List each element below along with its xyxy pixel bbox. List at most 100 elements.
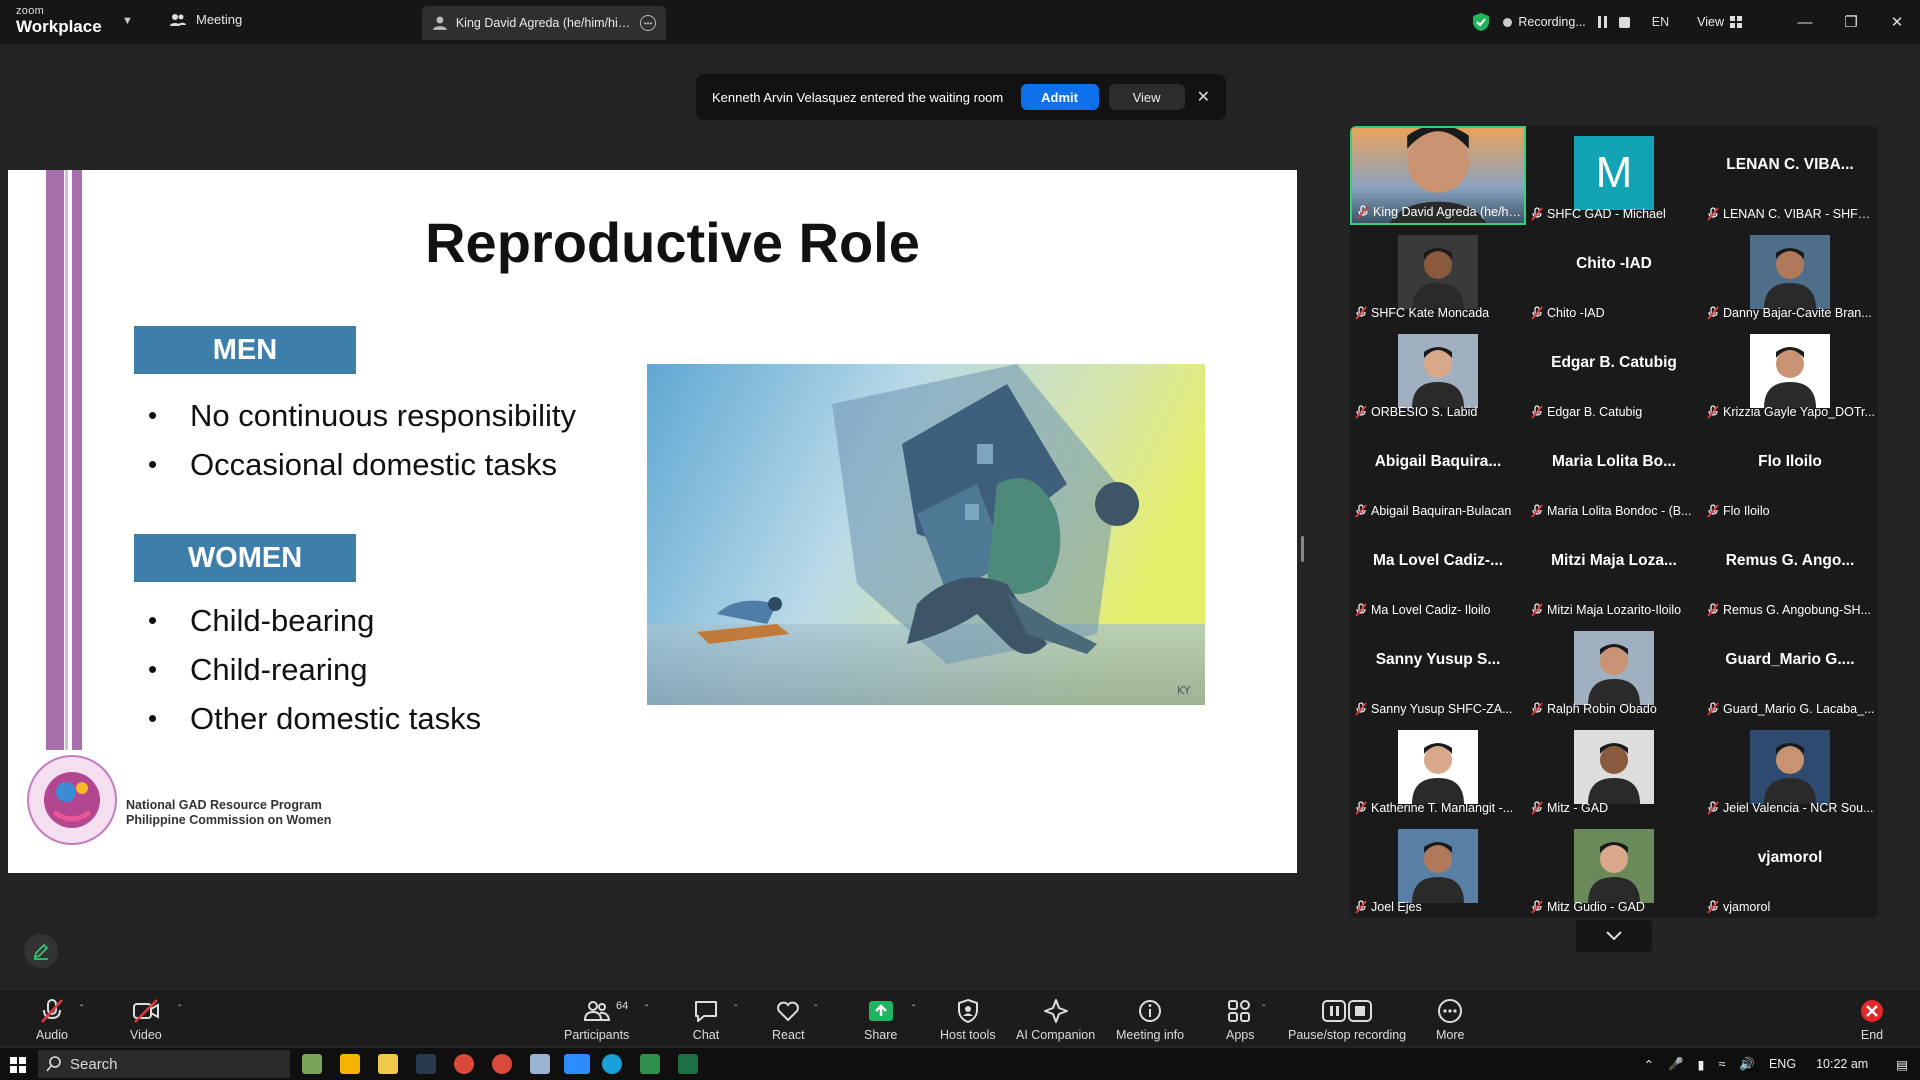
share-button[interactable]: Share (864, 998, 897, 1042)
participant-tile[interactable]: Katherine T. Manlangit -... (1350, 720, 1526, 819)
chat-button[interactable]: Chat (692, 998, 720, 1042)
participant-tile[interactable]: Krizzia Gayle Yapo_DOTr... (1702, 324, 1878, 423)
participant-tile[interactable]: SHFC Kate Moncada (1350, 225, 1526, 324)
participant-tile[interactable]: King David Agreda (he/him... (1350, 126, 1526, 225)
participant-tile[interactable]: Jeiel Valencia - NCR Sou... (1702, 720, 1878, 819)
chrome-icon[interactable] (454, 1054, 474, 1074)
edge-icon[interactable] (602, 1054, 622, 1074)
participants-button[interactable]: Participants 64 (564, 998, 629, 1042)
tab-meeting[interactable]: Meeting (170, 12, 242, 27)
ai-companion-button[interactable]: AI Companion (1016, 998, 1095, 1042)
participant-tile[interactable]: Joel Ejes (1350, 819, 1526, 918)
gallery-next-page-button[interactable] (1576, 920, 1652, 952)
minimize-icon[interactable]: — (1782, 14, 1828, 31)
participant-video (1750, 334, 1830, 408)
participant-tile[interactable]: LENAN C. VIBA... LENAN C. VIBAR - SHFC ..… (1702, 126, 1878, 225)
view-waiting-room-button[interactable]: View (1108, 84, 1185, 110)
participant-tile[interactable]: Sanny Yusup S... Sanny Yusup SHFC-ZA... (1350, 621, 1526, 720)
more-options-icon[interactable]: ••• (640, 15, 656, 31)
microphone-muted-icon (1707, 602, 1719, 617)
language-indicator[interactable]: ENG (1769, 1057, 1796, 1071)
volume-icon[interactable]: 🔊 (1739, 1057, 1755, 1072)
wifi-icon[interactable]: ≈ (1719, 1057, 1726, 1071)
meeting-info-button[interactable]: Meeting info (1116, 998, 1184, 1042)
participant-tile[interactable]: vjamorol vjamorol (1702, 819, 1878, 918)
host-tools-button[interactable]: Host tools (940, 998, 996, 1042)
pause-stop-label: Pause/stop recording (1288, 1028, 1407, 1042)
participant-tile[interactable]: Maria Lolita Bo... Maria Lolita Bondoc - … (1526, 423, 1702, 522)
panel-resize-handle[interactable] (1301, 536, 1304, 562)
participant-tile[interactable]: Chito -IAD Chito -IAD (1526, 225, 1702, 324)
meeting-info-label: Meeting info (1116, 1028, 1185, 1042)
annotate-pencil-button[interactable] (24, 934, 58, 968)
participant-name-label: Guard_Mario G. Lacaba_... (1706, 700, 1876, 717)
participants-label: Participants (564, 1028, 630, 1042)
slide-illustration: KY (647, 364, 1205, 705)
video-button[interactable]: Video (130, 998, 162, 1042)
participant-name: Danny Bajar-Cavite Bran... (1723, 305, 1872, 320)
participant-tile[interactable]: Flo Iloilo Flo Iloilo (1702, 423, 1878, 522)
grid-view-icon[interactable] (1730, 16, 1742, 28)
participant-tile[interactable]: Danny Bajar-Cavite Bran... (1702, 225, 1878, 324)
participant-name-label: Chito -IAD (1530, 304, 1700, 321)
end-meeting-button[interactable]: End (1858, 998, 1886, 1042)
participant-video (1398, 235, 1478, 309)
app-icon[interactable] (640, 1054, 660, 1074)
notifications-icon[interactable]: ▤ (1896, 1057, 1908, 1072)
participant-tile[interactable]: Mitz Gudio - GAD (1526, 819, 1702, 918)
participant-name-label: King David Agreda (he/him... (1356, 203, 1522, 220)
windows-start-icon[interactable] (10, 1057, 26, 1073)
title-bar: zoom Workplace ▼ Meeting King David Agre… (0, 0, 1920, 44)
organization-name: National GAD Resource Program Philippine… (126, 798, 331, 828)
close-icon[interactable]: ✕ (1874, 13, 1920, 31)
participant-tile[interactable]: Abigail Baquira... Abigail Baquiran-Bulac… (1350, 423, 1526, 522)
search-placeholder: Search (70, 1055, 118, 1073)
participant-tile[interactable]: Guard_Mario G.... Guard_Mario G. Lacaba_.… (1702, 621, 1878, 720)
clock[interactable]: 10:22 am (1816, 1057, 1868, 1071)
chevron-down-icon[interactable]: ▼ (122, 15, 133, 27)
chrome-icon[interactable] (492, 1054, 512, 1074)
participant-tile[interactable]: Edgar B. Catubig Edgar B. Catubig (1526, 324, 1702, 423)
end-call-icon (1861, 1000, 1883, 1022)
app-icon[interactable] (530, 1054, 550, 1074)
more-button[interactable]: More (1436, 998, 1464, 1042)
pause-stop-recording-button[interactable]: Pause/stop recording (1288, 998, 1406, 1042)
react-button[interactable]: React (772, 998, 805, 1042)
security-shield-icon[interactable] (1473, 13, 1490, 31)
excel-icon[interactable] (678, 1054, 698, 1074)
chevron-up-icon[interactable]: ⌃ (1644, 1057, 1654, 1072)
tab-meeting-label: Meeting (196, 12, 243, 27)
participant-name: Mitz Gudio - GAD (1547, 899, 1645, 914)
apps-button[interactable]: Apps (1226, 998, 1255, 1042)
participant-name: King David Agreda (he/him... (1373, 204, 1522, 219)
participant-name: Joel Ejes (1371, 899, 1422, 914)
participant-tile[interactable]: Mitz - GAD (1526, 720, 1702, 819)
stop-recording-icon[interactable] (1618, 15, 1632, 29)
participant-tile[interactable]: Ralph Robin Obado (1526, 621, 1702, 720)
language-indicator[interactable]: EN (1652, 15, 1669, 29)
app-icon[interactable] (416, 1054, 436, 1074)
taskbar-search[interactable]: Search (38, 1050, 290, 1078)
battery-icon[interactable]: ▮ (1698, 1057, 1705, 1072)
participant-tile[interactable]: Ma Lovel Cadiz-... Ma Lovel Cadiz- Iloilo (1350, 522, 1526, 621)
participant-tile[interactable]: Mitzi Maja Loza... Mitzi Maja Lozarito-Il… (1526, 522, 1702, 621)
zoom-workplace-logo[interactable]: zoom Workplace (16, 5, 102, 36)
participant-tile[interactable]: ORBESIO S. Labid (1350, 324, 1526, 423)
view-menu[interactable]: View (1697, 15, 1724, 29)
file-explorer-icon[interactable] (378, 1054, 398, 1074)
close-icon[interactable]: ✕ (1197, 87, 1210, 107)
zoom-taskbar-icon[interactable] (564, 1054, 590, 1074)
men-list: No continuous responsibility Occasional … (148, 391, 576, 489)
sticky-notes-icon[interactable] (340, 1054, 360, 1074)
taskview-icon[interactable] (302, 1054, 322, 1074)
participant-video (1750, 235, 1830, 309)
microphone-icon[interactable]: 🎤 (1668, 1057, 1684, 1072)
admit-button[interactable]: Admit (1020, 84, 1099, 110)
participant-tile[interactable]: Remus G. Ango... Remus G. Angobung-SH... (1702, 522, 1878, 621)
audio-button[interactable]: Audio (36, 998, 68, 1042)
tab-screen-share[interactable]: King David Agreda (he/him/his)'s ••• (422, 6, 666, 40)
restore-icon[interactable]: ❐ (1828, 13, 1874, 31)
brand-zoom: zoom (16, 5, 45, 17)
participant-tile[interactable]: M SHFC GAD - Michael (1526, 126, 1702, 225)
pause-recording-icon[interactable] (1596, 15, 1610, 29)
